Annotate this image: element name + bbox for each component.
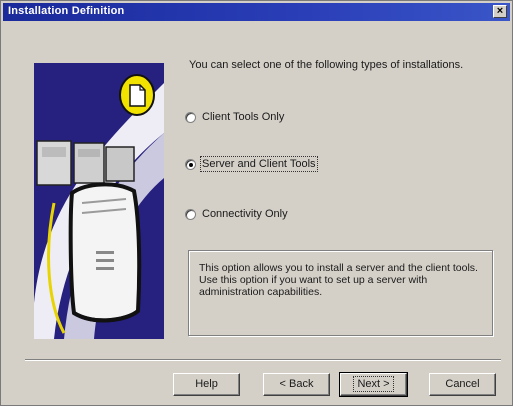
radio-button[interactable] [185,208,196,220]
client-computers-icon [36,140,135,186]
cancel-button[interactable]: Cancel [429,373,496,396]
next-button-label: Next > [353,376,394,392]
back-button-label: < Back [279,378,314,390]
server-illustration-graphic [34,63,164,339]
next-button[interactable]: Next > [339,372,408,397]
cancel-button-label: Cancel [445,378,480,390]
help-button-label: Help [195,378,218,390]
option-label: Connectivity Only [202,208,288,220]
back-button[interactable]: < Back [263,373,330,396]
separator [25,359,501,361]
description-text: This option allows you to install a serv… [199,262,478,298]
radio-button[interactable] [185,111,196,123]
document-bubble-icon [119,74,155,116]
close-icon: × [496,5,504,17]
description-box: This option allows you to install a serv… [188,250,493,336]
server-tower-icon [68,182,142,323]
window-title: Installation Definition [8,5,125,17]
help-button[interactable]: Help [173,373,240,396]
close-button[interactable]: × [493,5,507,18]
option-client-tools-only[interactable]: Client Tools Only [185,109,284,125]
option-label: Client Tools Only [202,111,285,123]
instruction-text: You can select one of the following type… [189,59,464,71]
option-connectivity-only[interactable]: Connectivity Only [185,206,288,222]
option-server-and-client-tools[interactable]: Server and Client Tools [185,156,318,172]
option-label: Server and Client Tools [200,156,318,172]
setup-illustration [34,63,164,339]
installation-dialog: Installation Definition × You can select… [0,0,513,406]
title-bar[interactable]: Installation Definition × [3,3,510,21]
radio-button-selected[interactable] [185,158,196,170]
